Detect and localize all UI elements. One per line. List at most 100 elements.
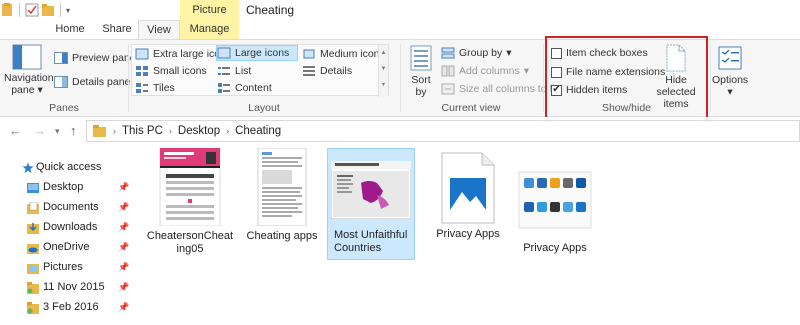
desktop-folder-icon (27, 183, 39, 193)
file-item-cheatersoncheating05[interactable]: CheatersonCheating05 (146, 148, 234, 256)
large-icons-option[interactable]: Large icons (216, 45, 298, 61)
pin-icon[interactable]: 📌 (118, 282, 129, 293)
back-arrow-icon[interactable]: ← (9, 123, 22, 138)
list-icon (218, 67, 230, 75)
add-columns-label: Add columns (459, 65, 520, 77)
breadcrumb-this-pc[interactable]: This PC (122, 125, 163, 137)
nav-item-downloads[interactable]: Downloads 📌 (0, 218, 136, 238)
small-icons-label: Small icons (153, 65, 207, 77)
nav-item-label: Downloads (43, 221, 98, 233)
title-bar: ▾ Picture Tools Cheating (0, 0, 800, 36)
details-pane-label: Details pane (72, 76, 131, 88)
list-option[interactable]: List (217, 63, 251, 79)
window-title: Cheating (246, 3, 295, 17)
tab-manage[interactable]: Manage (180, 20, 239, 39)
nav-item-desktop[interactable]: Desktop 📌 (0, 178, 136, 198)
details-label: Details (320, 65, 353, 77)
new-folder-icon[interactable] (42, 3, 55, 17)
add-columns-button[interactable]: Add columns ▾ (441, 63, 529, 79)
size-columns-button[interactable]: Size all columns to fit (441, 81, 558, 97)
navigation-pane-label: Navigation pane (4, 72, 54, 96)
options-button[interactable]: Options ▾ (712, 46, 748, 98)
breadcrumb-desktop[interactable]: Desktop (178, 125, 220, 137)
nav-item-3-feb-2016[interactable]: 3 Feb 2016 📌 (0, 298, 136, 318)
folder-icon (93, 125, 106, 137)
medium-icons-option[interactable]: Medium icons (302, 46, 385, 62)
downloads-folder-icon (27, 223, 39, 234)
preview-pane-button[interactable]: Preview pane (54, 50, 136, 66)
nav-item-pictures[interactable]: Pictures 📌 (0, 258, 136, 278)
breadcrumb-chevron-icon[interactable]: › (169, 126, 172, 136)
pin-icon[interactable]: 📌 (118, 182, 129, 193)
group-by-button[interactable]: Group by ▾ (441, 45, 511, 61)
pin-icon[interactable]: 📌 (118, 242, 129, 253)
file-item-cheating-apps[interactable]: Cheating apps (238, 148, 326, 243)
pin-icon[interactable]: 📌 (118, 262, 129, 273)
documents-folder-icon (27, 202, 39, 214)
customize-toolbar-icon[interactable]: ▾ (66, 6, 70, 15)
nav-item-label: 3 Feb 2016 (43, 301, 99, 313)
medium-icons-icon (303, 49, 315, 59)
details-icon (303, 66, 315, 76)
forward-arrow-icon[interactable]: → (33, 123, 46, 138)
tiles-option[interactable]: Tiles (135, 80, 175, 96)
nav-item-quick-access[interactable]: Quick access (0, 158, 136, 178)
nav-item-label: OneDrive (43, 241, 90, 253)
list-label: List (235, 65, 252, 77)
tiles-icon (136, 83, 148, 93)
large-icons-label: Large icons (235, 47, 290, 59)
large-icons-icon (217, 47, 231, 59)
folder-icon[interactable] (2, 3, 14, 17)
pin-icon[interactable]: 📌 (118, 222, 129, 233)
nav-item-onedrive[interactable]: OneDrive 📌 (0, 238, 136, 258)
panes-group-label: Panes (49, 102, 79, 114)
tab-view[interactable]: View (138, 20, 180, 40)
tab-share[interactable]: Share (97, 20, 137, 39)
nav-item-label: Desktop (43, 181, 84, 193)
properties-icon[interactable] (25, 3, 39, 17)
sort-by-icon (410, 45, 432, 71)
content-option[interactable]: Content (217, 80, 272, 96)
sort-by-label: Sort by (411, 74, 431, 98)
navigation-pane-icon (12, 44, 42, 70)
picture-tools-group: Picture Tools (180, 0, 239, 36)
breadcrumb-cheating[interactable]: Cheating (235, 125, 281, 137)
extra-large-icons-icon (135, 48, 149, 60)
file-name: CheatersonCheating05 (146, 230, 234, 255)
nav-item-label: Documents (43, 201, 99, 213)
group-by-label: Group by (459, 47, 503, 59)
options-icon (718, 46, 742, 70)
small-icons-icon (136, 66, 148, 76)
preview-pane-label: Preview pane (72, 52, 136, 64)
tab-home[interactable]: Home (48, 20, 92, 39)
navigation-pane-button[interactable]: Navigation pane ▾ (4, 44, 54, 96)
pin-icon[interactable]: 📌 (118, 202, 129, 213)
address-bar-row: ← → ▾ ↑ › This PC › Desktop › Cheating (0, 117, 800, 144)
nav-item-label: Pictures (43, 261, 83, 273)
breadcrumb-chevron-icon[interactable]: › (113, 126, 116, 136)
file-thumbnail (331, 161, 411, 219)
content-icon (218, 83, 230, 93)
nav-item-documents[interactable]: Documents 📌 (0, 198, 136, 218)
layout-gallery-scroll[interactable]: ▲ ▼ ▾ (378, 45, 388, 97)
recent-locations-chevron-icon[interactable]: ▾ (55, 126, 60, 137)
content-label: Content (235, 82, 272, 94)
file-item-privacy-apps-icon[interactable]: Privacy Apps (424, 148, 512, 241)
file-name: Privacy Apps (436, 228, 500, 240)
star-icon (22, 162, 34, 173)
sort-by-button[interactable]: Sort by (406, 44, 436, 98)
layout-group-label: Layout (248, 102, 280, 114)
file-item-privacy-apps-thumbnail[interactable]: Privacy Apps (511, 148, 599, 255)
file-name: Most Unfaithful Countries (334, 229, 408, 254)
nav-item-11-nov-2015[interactable]: 11 Nov 2015 📌 (0, 278, 136, 298)
file-item-most-unfaithful-countries[interactable]: Most Unfaithful Countries (327, 148, 415, 260)
file-thumbnail (159, 148, 221, 226)
details-option[interactable]: Details (302, 63, 352, 79)
small-icons-option[interactable]: Small icons (135, 63, 207, 79)
details-pane-button[interactable]: Details pane (54, 74, 130, 90)
up-arrow-icon[interactable]: ↑ (70, 123, 77, 138)
pin-icon[interactable]: 📌 (118, 302, 129, 313)
image-file-icon (441, 152, 495, 224)
address-box[interactable]: › This PC › Desktop › Cheating (86, 120, 800, 142)
breadcrumb-chevron-icon[interactable]: › (226, 126, 229, 136)
